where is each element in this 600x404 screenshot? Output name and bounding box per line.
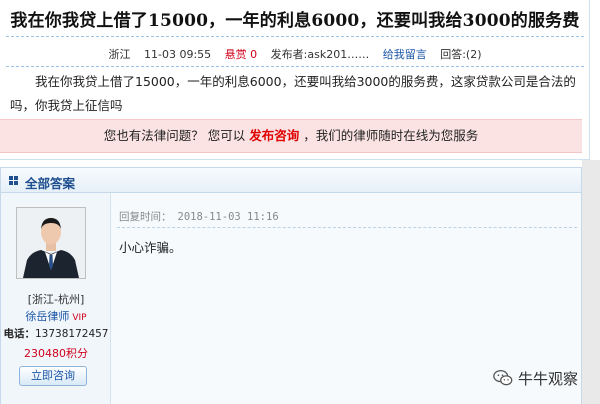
lawyer-phone-row: 电话：13738172457: [1, 326, 111, 341]
question-body: 我在你我贷上借了15000，一年的利息6000，还要叫我给3000的服务费，这家…: [10, 74, 576, 113]
grid-icon: [9, 176, 18, 185]
question-meta: 浙江 11-03 09:55 悬赏 0 发布者:ask201…… 给我留言 回答…: [0, 46, 590, 62]
reply-time: 2018-11-03 11:16: [177, 211, 279, 223]
divider: [6, 36, 584, 37]
lawyer-name[interactable]: 徐岳律师: [25, 310, 69, 323]
cta-suffix: ，我们的律师随时在线为您服务: [303, 128, 479, 143]
phone-label: 电话：: [3, 328, 36, 340]
reply-time-row: 回复时间： 2018-11-03 11:16: [119, 209, 279, 224]
cta-prefix: 您也有法律问题？ 您可以: [103, 128, 246, 143]
question-title: 我在你我贷上借了15000，一年的利息6000，还要叫我给3000的服务费: [10, 11, 580, 31]
wechat-icon: [493, 370, 513, 386]
watermark: 牛牛观察: [492, 364, 578, 392]
question-time: 11-03 09:55: [143, 48, 212, 61]
divider: [6, 66, 584, 67]
consult-now-button[interactable]: 立即咨询: [19, 366, 87, 386]
answers-header: 全部答案: [0, 167, 582, 193]
lawyer-name-row: 徐岳律师 VIP: [1, 308, 111, 324]
vip-badge: VIP: [72, 313, 87, 323]
message-link[interactable]: 给我留言: [383, 48, 427, 61]
reply-time-label: 回复时间：: [119, 211, 172, 223]
lawyer-phone: 13738172457: [35, 328, 109, 340]
watermark-text: 牛牛观察: [518, 369, 579, 388]
divider: [117, 227, 577, 228]
publish-consult-link[interactable]: 发布咨询: [249, 128, 299, 143]
lawyer-location: [浙江-杭州]: [27, 293, 85, 306]
lawyer-profile: [浙江-杭州] 徐岳律师 VIP 电话：13738172457 230480积分 …: [1, 193, 111, 404]
answers-title: 全部答案: [25, 176, 76, 191]
lawyer-points: 230480积分: [24, 347, 88, 360]
consult-cta-banner: 您也有法律问题？ 您可以 发布咨询 ，我们的律师随时在线为您服务: [0, 119, 582, 153]
reply-body: 小心诈骗。: [119, 240, 182, 255]
reward-badge: 悬赏 0: [224, 48, 258, 61]
publisher: 发布者:ask201……: [270, 48, 370, 61]
answers-count: 回答:(2): [440, 48, 482, 61]
avatar[interactable]: [16, 207, 86, 279]
question-location: 浙江: [108, 48, 131, 61]
page-edge: [582, 160, 600, 404]
